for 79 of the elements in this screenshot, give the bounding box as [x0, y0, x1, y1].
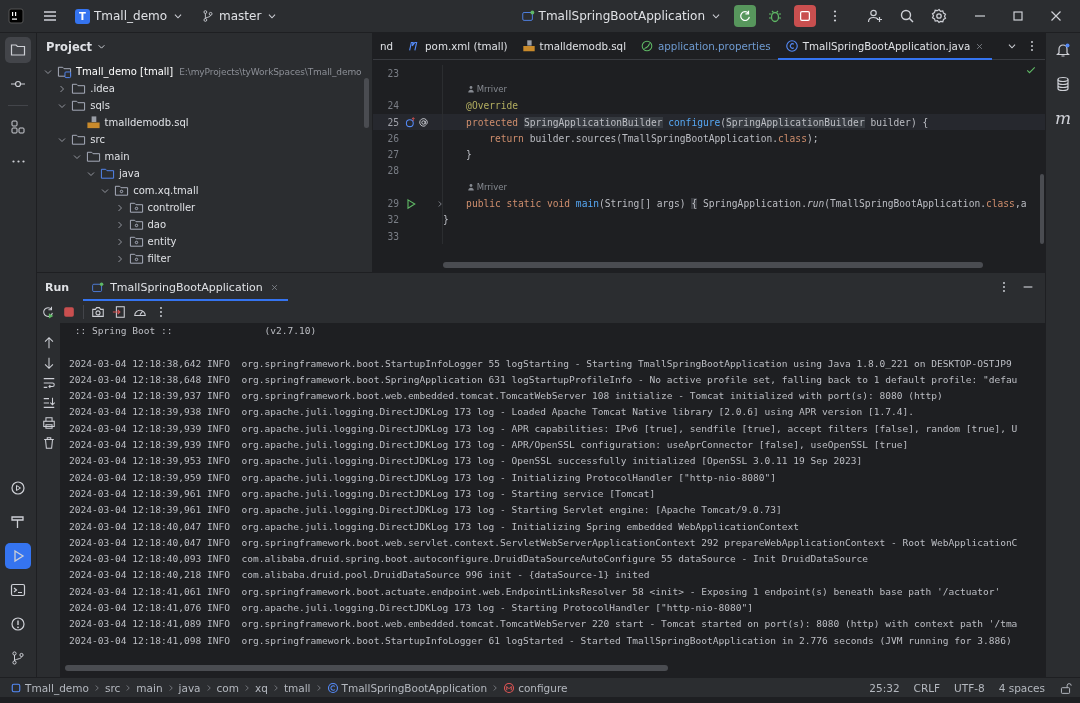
status-item[interactable]: CRLF	[913, 682, 941, 694]
console-line: 2024-03-04 12:18:38,648 INFO org.springframework.boot.SpringApplication 631 logStartupProfileInfo - No active profile set, falling back to 1 default profile: "defau	[69, 372, 1019, 387]
breadcrumb-item[interactable]: java	[178, 682, 201, 694]
project-selector[interactable]: Tmall_demo	[94, 9, 168, 23]
tab-label: tmalldemodb.sql	[539, 40, 626, 52]
tree-item[interactable]: .idea	[90, 83, 115, 94]
run-configuration-selector[interactable]: TmallSpringBootApplication	[538, 9, 705, 23]
line-number: 27	[386, 149, 399, 161]
status-item[interactable]: 25:32	[869, 682, 900, 694]
console-line: 2024-03-04 12:18:41,061 INFO org.springframework.boot.actuate.endpoint.web.EndpointLinksResolver 58 <init> - Exposing 1 endpoint(s) beneath base path '/actuator'	[69, 584, 1002, 599]
code-line: }	[465, 149, 472, 161]
console-line: 2024-03-04 12:18:40,047 INFO org.apache.juli.logging.DirectJDKLog 173 log - Initializing Spring embedded WebApplicationContext	[69, 519, 800, 534]
status-item[interactable]: 4 spaces	[998, 682, 1045, 694]
console-line: 2024-03-04 12:18:39,953 INFO org.apache.juli.logging.DirectJDKLog 173 log - OpenSSL successfully initialized [OpenSSL 3.0.11 19 Sep 2023]	[69, 454, 864, 469]
tree-item[interactable]: controller	[147, 202, 196, 213]
tab-label: pom.xml (tmall)	[425, 40, 508, 52]
line-number: 26	[386, 132, 399, 144]
tree-item[interactable]: com.xq.tmall	[133, 185, 199, 196]
breadcrumb-item[interactable]: src	[104, 682, 121, 694]
console-line: 2024-03-04 12:18:39,961 INFO org.apache.juli.logging.DirectJDKLog 173 log - Starting service [Tomcat]	[69, 486, 657, 501]
code-line: }	[443, 214, 449, 226]
breadcrumb-item[interactable]: tmall	[283, 682, 311, 694]
maven-tool-button[interactable]: m	[1054, 109, 1072, 127]
panel-title: Run	[45, 279, 70, 296]
console-line: 2024-03-04 12:18:39,959 INFO org.apache.juli.logging.DirectJDKLog 173 log - Initializing ProtocolHandler ["http-nio-8080"]	[69, 470, 777, 485]
editor-tab[interactable]: nd	[373, 33, 401, 59]
line-number: 32	[386, 214, 399, 226]
tree-item[interactable]: Tmall_demo [tmall]	[76, 66, 174, 77]
breadcrumb-item[interactable]: configure	[518, 682, 568, 694]
panel-title[interactable]: Project	[46, 39, 93, 54]
tree-item[interactable]: filter	[147, 253, 171, 264]
branch-selector[interactable]: master	[219, 9, 262, 23]
author-hint[interactable]: Mrriver	[476, 84, 507, 95]
editor-tab[interactable]: pom.xml (tmall)	[400, 33, 515, 59]
console-line: 2024-03-04 12:18:41,076 INFO org.apache.juli.logging.DirectJDKLog 173 log - Starting ProtocolHandler ["http-nio-8080"]	[69, 601, 754, 616]
breadcrumb-item[interactable]: TmallSpringBootApplication	[341, 682, 488, 694]
editor-tab[interactable]: tmalldemodb.sql	[514, 33, 633, 59]
tree-item[interactable]: main	[104, 151, 130, 162]
line-number: 33	[386, 230, 399, 242]
editor-tab[interactable]: application.properties	[633, 33, 778, 59]
status-item[interactable]: UTF-8	[954, 682, 985, 694]
code-line: public static void main(String[] args) { SpringApplication.run(TmallSpringBootApplication.class,a	[465, 198, 1027, 209]
breadcrumb-item[interactable]: com	[216, 682, 239, 694]
console-line: 2024-03-04 12:18:39,961 INFO org.apache.juli.logging.DirectJDKLog 173 log - Starting Servlet engine: [Apache Tomcat/9.0.73]	[69, 503, 783, 518]
line-number: 24	[386, 100, 399, 112]
tab-label: TmallSpringBootApplication.java	[802, 40, 971, 52]
tree-item[interactable]: sqls	[90, 100, 110, 111]
run-tab[interactable]: TmallSpringBootApplication	[83, 273, 288, 301]
tab-label: nd	[380, 40, 394, 52]
line-number: 23	[386, 67, 399, 79]
console-line: 2024-03-04 12:18:39,939 INFO org.apache.juli.logging.DirectJDKLog 173 log - APR capabilities: IPv6 [true], sendfile [true], accept filters [false], random [true], U	[69, 421, 1019, 436]
author-hint[interactable]: Mrriver	[476, 182, 507, 193]
console-line: :: Spring Boot :: (v2.7.10)	[73, 324, 318, 338]
console-line: 2024-03-04 12:18:41,089 INFO org.springframework.boot.web.embedded.tomcat.TomcatWebServer 220 start - Tomcat started on port(s): 8080 (http) with context path '/tma	[69, 617, 1019, 632]
code-line: @Override	[465, 100, 519, 112]
tab-label: application.properties	[658, 40, 771, 52]
console-line: 2024-03-04 12:18:40,218 INFO com.alibaba.druid.pool.DruidDataSource 996 init - {dataSource-1} inited	[69, 568, 651, 583]
breadcrumb-item[interactable]: xq	[255, 682, 268, 694]
project-badge: T	[75, 8, 90, 24]
tree-item[interactable]: java	[118, 168, 140, 179]
code-line: protected SpringApplicationBuilder configure(SpringApplicationBuilder builder) {	[465, 116, 929, 128]
console-line: 2024-03-04 12:18:38,642 INFO org.springframework.boot.StartupInfoLogger 55 logStarting - Starting TmallSpringBootApplication using Java 1.8.0_221 on DESKTOP-OSTJP9	[69, 356, 1013, 371]
console-line: 2024-03-04 12:18:39,938 INFO org.apache.juli.logging.DirectJDKLog 173 log - Loaded Apache Tomcat Native library [2.0.6] using APR version [1.7.4].	[69, 405, 915, 420]
console-line: 2024-03-04 12:18:39,937 INFO org.springframework.boot.web.embedded.tomcat.TomcatWebServer 108 initialize - Tomcat initialized with port(s): 8080 (http)	[69, 389, 944, 404]
console-line: 2024-03-04 12:18:41,098 INFO org.springframework.boot.StartupInfoLogger 61 logStarted - Started TmallSpringBootApplication in 2.776 seconds (JVM running for 3.886)	[69, 633, 1013, 648]
line-number: 28	[386, 165, 399, 177]
console-line: 2024-03-04 12:18:40,093 INFO com.alibaba.druid.spring.boot.autoconfigure.DruidDataSourceAutoConfigure 55 dataSource - Init DruidDataSource	[69, 552, 869, 567]
console-line: 2024-03-04 12:18:40,047 INFO org.springframework.boot.web.servlet.context.ServletWebServerApplicationContext 292 prepareWebApplicationContext - Root WebApplicationC	[69, 535, 1019, 550]
line-number: 25	[386, 116, 399, 128]
tree-item[interactable]: tmalldemodb.sql	[104, 117, 189, 128]
tree-item[interactable]: dao	[147, 219, 167, 230]
line-number: 29	[386, 198, 399, 209]
breadcrumb-item[interactable]: Tmall_demo	[25, 682, 89, 694]
tree-item[interactable]: src	[90, 134, 105, 145]
console-line: 2024-03-04 12:18:39,939 INFO org.apache.juli.logging.DirectJDKLog 173 log - APR/OpenSSL configuration: useAprConnector [false], useOpenSSL [true]	[69, 438, 910, 453]
code-line: return builder.sources(TmallSpringBootApplication.class);	[488, 132, 819, 144]
breadcrumb-item[interactable]: main	[136, 682, 163, 694]
tree-item[interactable]: entity	[147, 236, 177, 247]
project-path: E:\myProjects\tyWorkSpaces\Tmall_demo	[179, 66, 362, 77]
